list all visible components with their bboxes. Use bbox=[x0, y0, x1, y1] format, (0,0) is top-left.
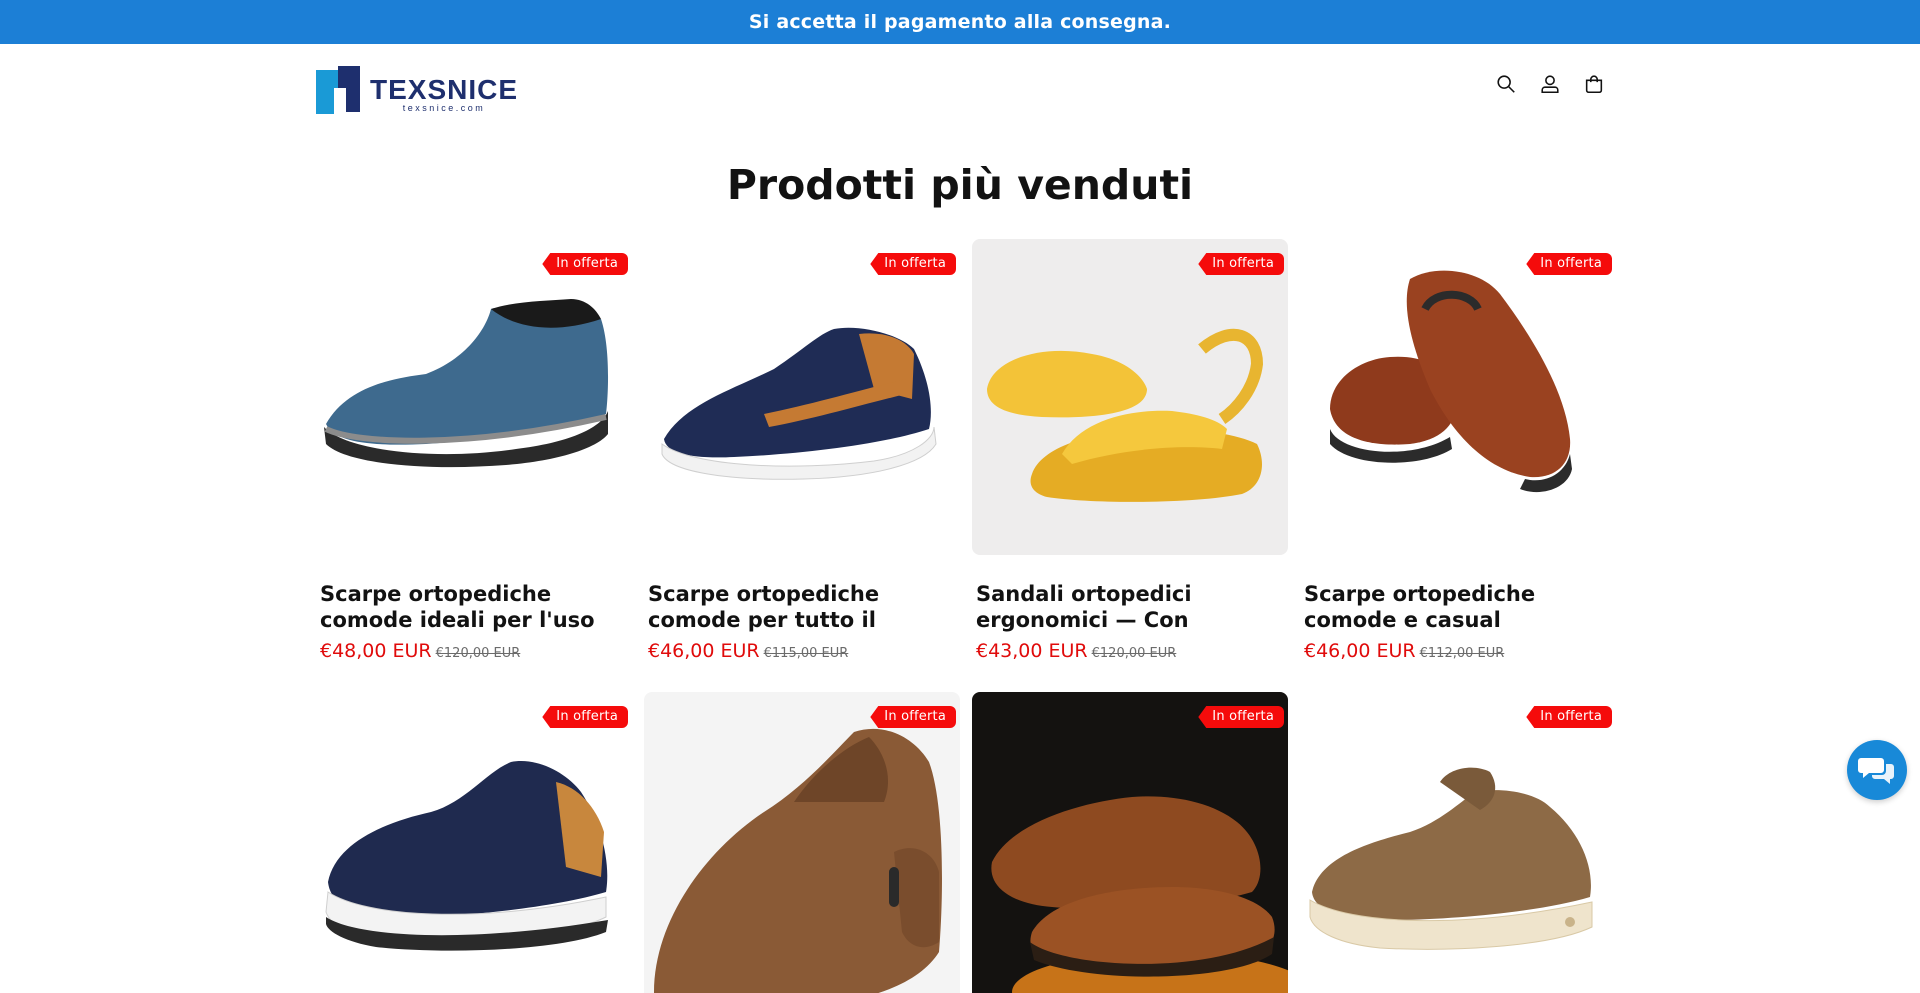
product-price: €43,00 EUR €120,00 EUR bbox=[972, 640, 1288, 662]
logo-mark-icon bbox=[316, 66, 372, 114]
product-price: €46,00 EUR €112,00 EUR bbox=[1300, 640, 1616, 662]
chat-button[interactable] bbox=[1847, 740, 1907, 800]
sale-badge: In offerta bbox=[542, 706, 628, 728]
product-image[interactable]: In offerta bbox=[972, 239, 1288, 555]
sale-badge: In offerta bbox=[1198, 706, 1284, 728]
sale-badge: In offerta bbox=[1526, 253, 1612, 275]
shoe-image bbox=[1309, 767, 1593, 950]
product-image[interactable]: In offerta bbox=[644, 239, 960, 555]
announcement-bar: Si accetta il pagamento alla consegna. bbox=[0, 0, 1920, 44]
sale-price: €46,00 EUR bbox=[648, 640, 760, 662]
site-header: TEXSNICE texsnice.com bbox=[0, 44, 1920, 132]
shoe-image bbox=[325, 761, 608, 951]
product-price: €46,00 EUR €115,00 EUR bbox=[644, 640, 960, 662]
product-card[interactable]: In offerta Scarpe ortopediche comode ide… bbox=[316, 239, 632, 662]
compare-price: €120,00 EUR bbox=[435, 646, 521, 661]
sale-badge: In offerta bbox=[870, 253, 956, 275]
sale-badge: In offerta bbox=[870, 706, 956, 728]
product-image[interactable]: In offerta bbox=[644, 692, 960, 993]
product-image[interactable]: In offerta bbox=[316, 692, 632, 993]
account-icon bbox=[1541, 75, 1559, 94]
sale-price: €43,00 EUR bbox=[976, 640, 1088, 662]
shoe-image bbox=[324, 299, 609, 468]
sale-badge: In offerta bbox=[1198, 253, 1284, 275]
product-image[interactable]: In offerta bbox=[972, 692, 1288, 993]
compare-price: €120,00 EUR bbox=[1091, 646, 1177, 661]
sandal-image bbox=[987, 328, 1264, 502]
logo-name: TEXSNICE bbox=[370, 74, 519, 105]
section-title: Prodotti più venduti bbox=[726, 161, 1194, 209]
shoe-image bbox=[991, 796, 1288, 993]
product-card[interactable]: In offerta bbox=[316, 692, 632, 993]
shoe-image bbox=[1330, 270, 1572, 493]
product-card[interactable]: In offerta Scarpe ortopediche comode per… bbox=[644, 239, 960, 662]
product-price: €48,00 EUR €120,00 EUR bbox=[316, 640, 632, 662]
sale-badge: In offerta bbox=[542, 253, 628, 275]
compare-price: €112,00 EUR bbox=[1419, 646, 1505, 661]
header-icons bbox=[1490, 68, 1610, 100]
store-logo[interactable]: TEXSNICE texsnice.com bbox=[316, 66, 518, 114]
product-image[interactable]: In offerta bbox=[1300, 692, 1616, 993]
announcement-text: Si accetta il pagamento alla consegna. bbox=[748, 11, 1172, 33]
product-title[interactable]: Sandali ortopedici ergonomici — Con supp… bbox=[972, 581, 1288, 633]
product-card[interactable]: In offerta Sandali ortopedici ergonomici… bbox=[972, 239, 1288, 662]
product-title[interactable]: Scarpe ortopediche comode per tutto il g… bbox=[644, 581, 960, 633]
sale-badge: In offerta bbox=[1526, 706, 1612, 728]
product-card[interactable]: In offerta Scarpe ortopediche comode e c… bbox=[1300, 239, 1616, 662]
search-button[interactable] bbox=[1490, 68, 1522, 100]
product-card[interactable]: In offerta bbox=[644, 692, 960, 993]
chat-bubbles-icon bbox=[1858, 758, 1894, 784]
sale-price: €46,00 EUR bbox=[1304, 640, 1416, 662]
product-image[interactable]: In offerta bbox=[316, 239, 632, 555]
product-title[interactable]: Scarpe ortopediche comode ideali per l'u… bbox=[316, 581, 632, 633]
cart-icon bbox=[1585, 75, 1603, 94]
search-icon bbox=[1497, 75, 1515, 93]
shoe-image bbox=[661, 327, 937, 480]
product-card[interactable]: In offerta bbox=[1300, 692, 1616, 993]
sale-price: €48,00 EUR bbox=[320, 640, 432, 662]
product-grid: In offerta Scarpe ortopediche comode ide… bbox=[316, 239, 1616, 993]
account-button[interactable] bbox=[1534, 68, 1566, 100]
logo-url: texsnice.com bbox=[402, 103, 486, 113]
product-card[interactable]: In offerta bbox=[972, 692, 1288, 993]
product-image[interactable]: In offerta bbox=[1300, 239, 1616, 555]
compare-price: €115,00 EUR bbox=[763, 646, 849, 661]
product-title[interactable]: Scarpe ortopediche comode e casual bbox=[1300, 581, 1616, 633]
shoe-image bbox=[654, 728, 942, 993]
cart-button[interactable] bbox=[1578, 68, 1610, 100]
